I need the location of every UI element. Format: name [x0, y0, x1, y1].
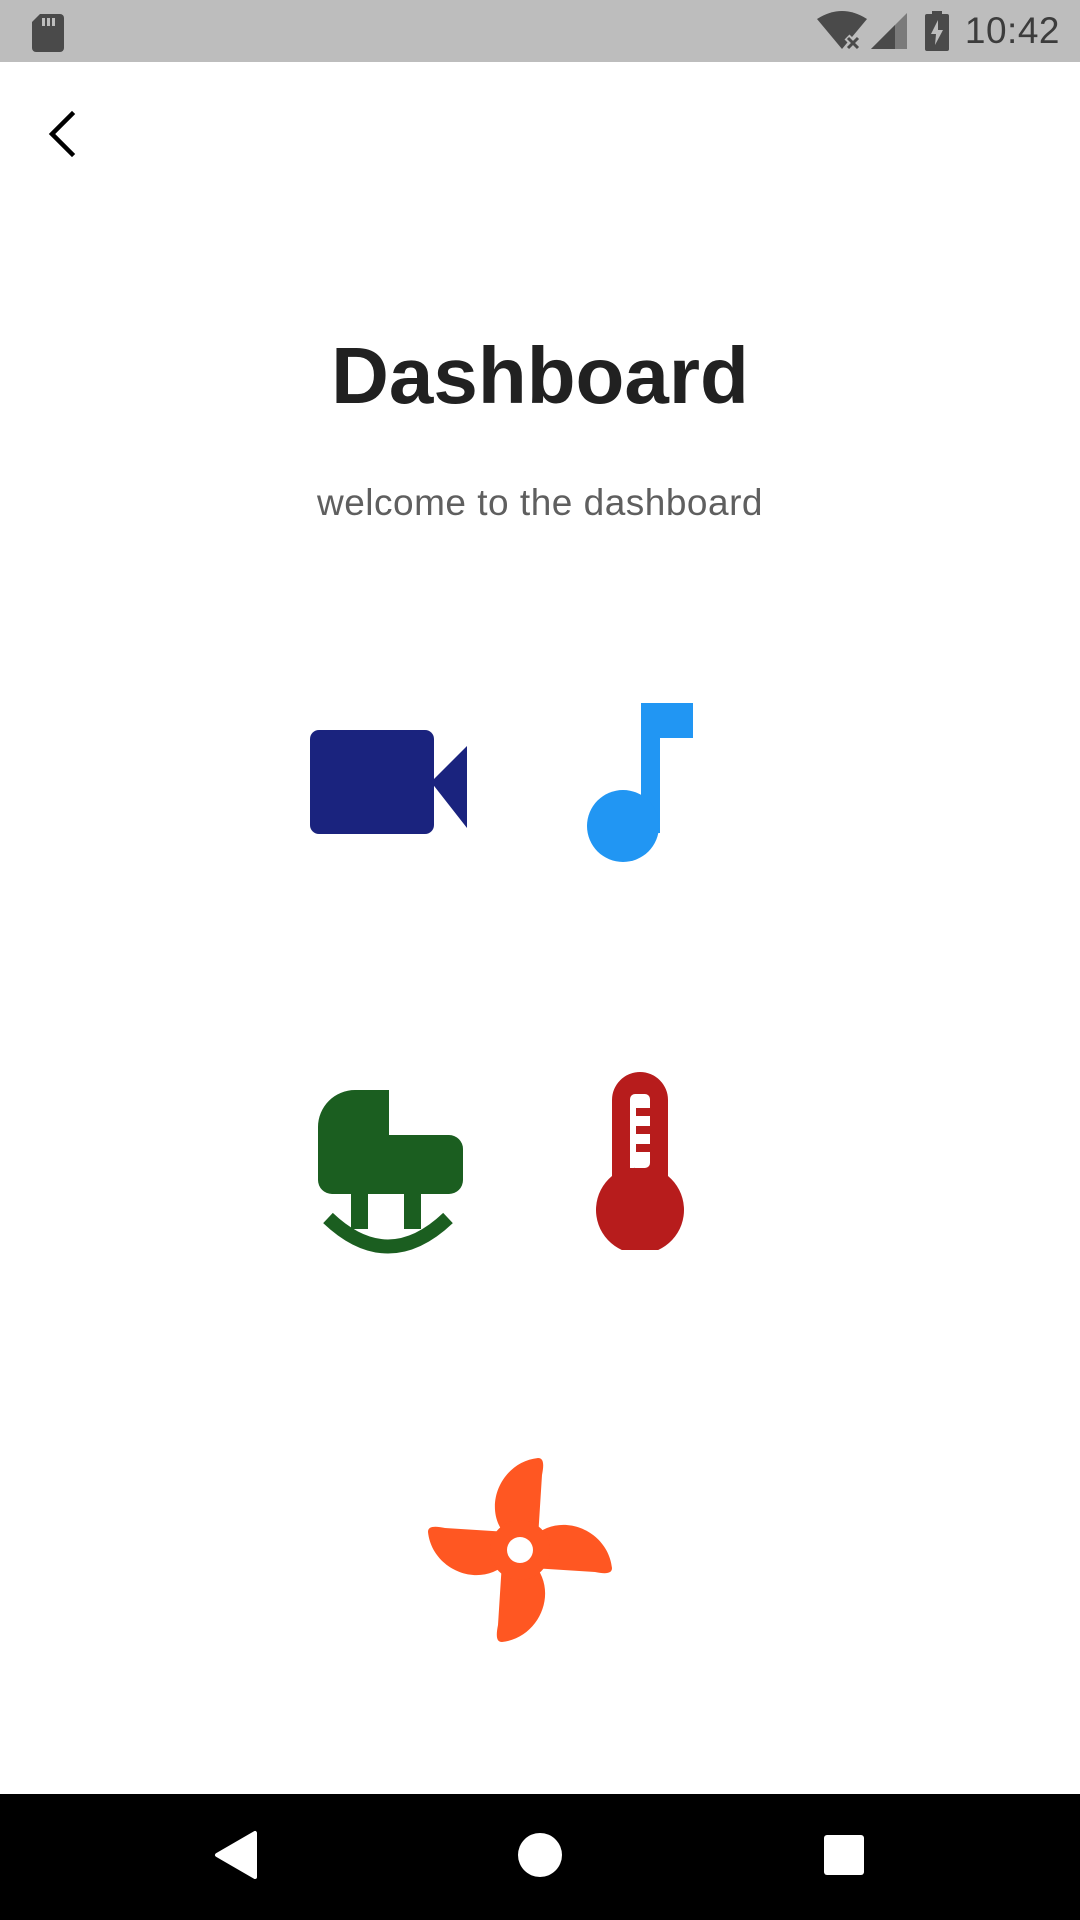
battery-charging-icon: [924, 11, 949, 51]
video-camera-tile[interactable]: [300, 715, 476, 841]
music-note-icon: [580, 700, 700, 866]
recents-square-icon: [823, 1834, 865, 1881]
thermometer-tile[interactable]: [590, 1070, 690, 1250]
status-bar: 10:42: [0, 0, 1080, 62]
home-circle-icon: [517, 1832, 563, 1883]
sd-card-icon: [32, 14, 64, 57]
rocking-horse-tile[interactable]: [310, 1085, 470, 1255]
back-button[interactable]: [30, 100, 94, 172]
chevron-left-icon: [44, 108, 80, 165]
nav-recents-button[interactable]: [774, 1794, 914, 1920]
cell-signal-icon: [869, 11, 907, 51]
status-icons: 10:42: [816, 0, 1060, 62]
wifi-off-icon: [816, 11, 867, 51]
status-time: 10:42: [964, 10, 1060, 51]
nav-home-button[interactable]: [470, 1794, 610, 1920]
page-title: Dashboard: [331, 331, 749, 420]
back-triangle-icon: [213, 1830, 259, 1885]
nav-back-button[interactable]: [166, 1794, 306, 1920]
page-subtitle: welcome to the dashboard: [317, 482, 763, 523]
rocking-horse-icon: [310, 1085, 470, 1255]
dashboard-screen: 10:42 Dashboard welcome to the dashboard: [0, 0, 1080, 1920]
video-camera-icon: [300, 715, 476, 841]
music-note-tile[interactable]: [580, 700, 700, 866]
navigation-bar: [0, 1794, 1080, 1920]
thermometer-icon: [590, 1070, 690, 1250]
fan-tile[interactable]: [410, 1440, 630, 1660]
fan-icon: [410, 1440, 630, 1660]
